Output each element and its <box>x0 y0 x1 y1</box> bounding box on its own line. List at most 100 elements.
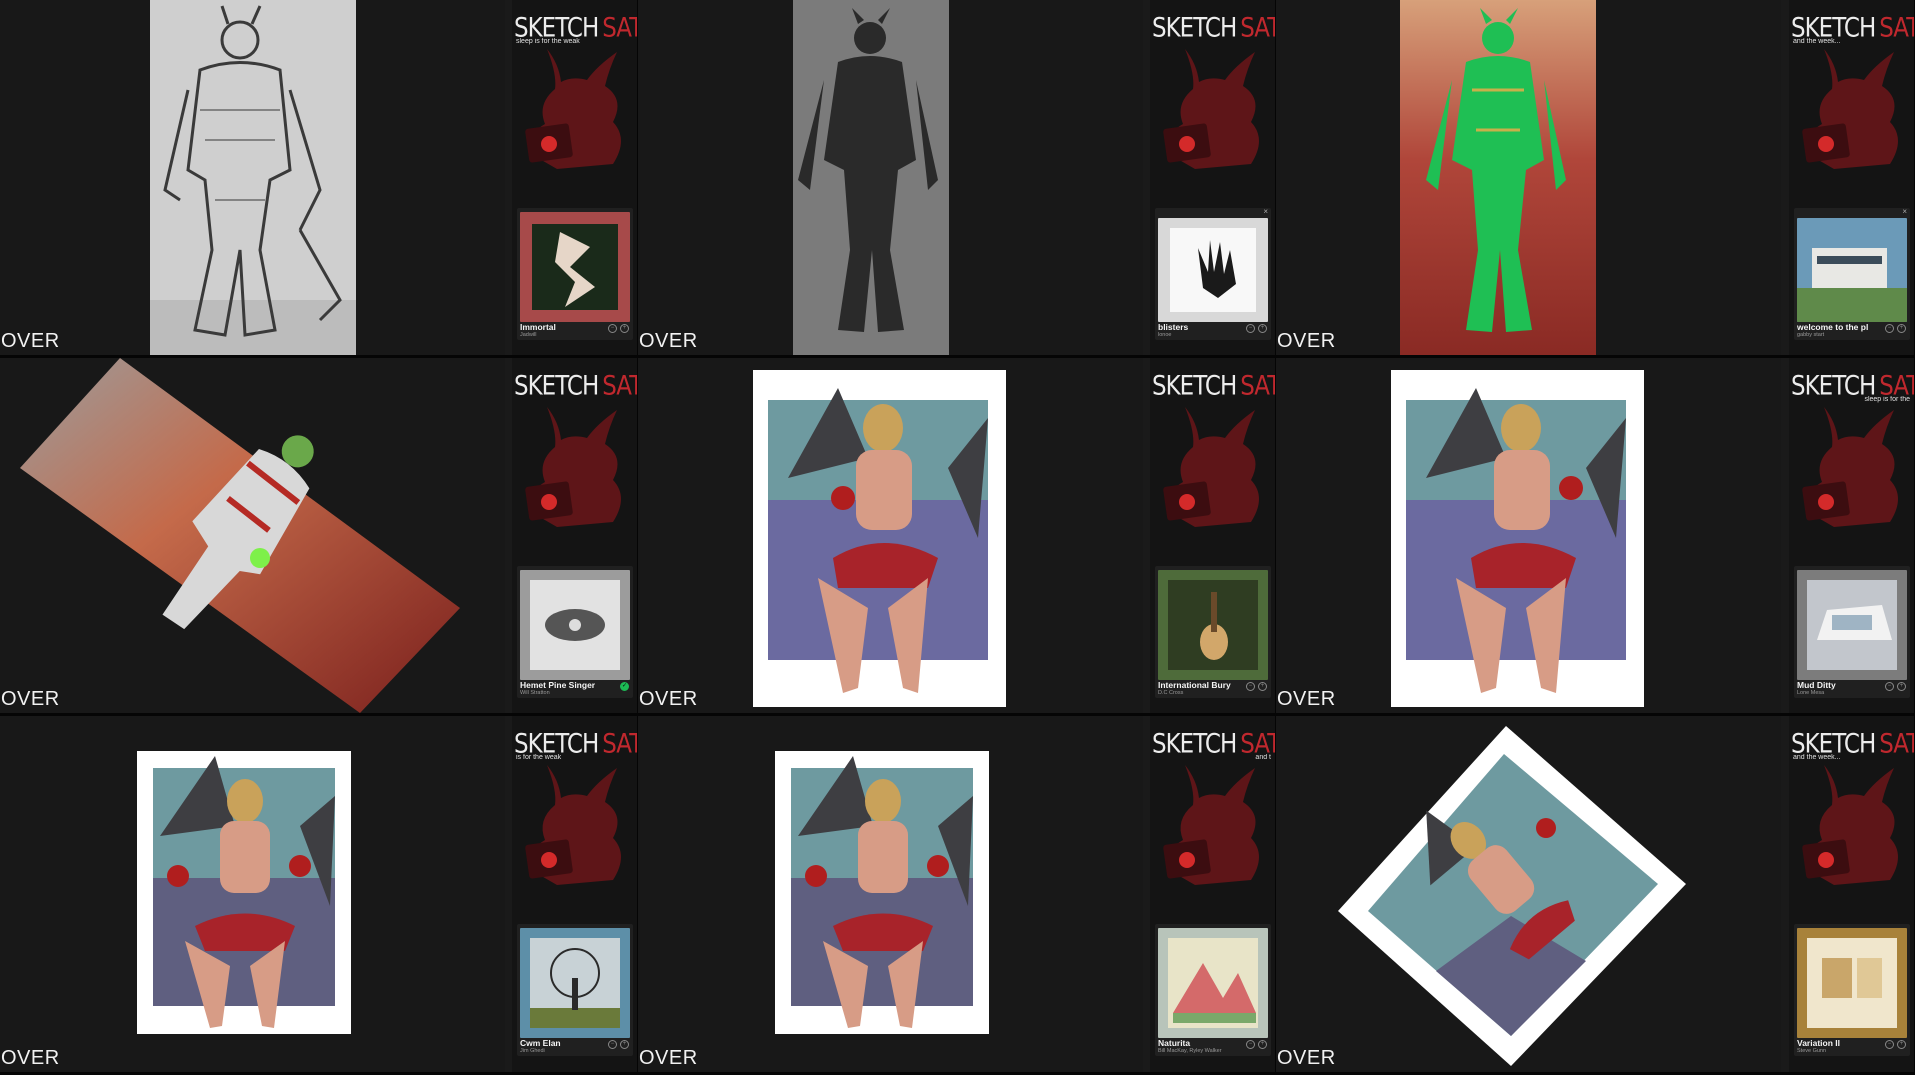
album-cover <box>1797 218 1907 322</box>
track-title: welcome to the pl <box>1797 322 1869 332</box>
music-player[interactable]: Variation II Steve Gunn − + <box>1794 924 1910 1056</box>
liked-check-icon[interactable]: ✓ <box>620 682 629 691</box>
frame-cell: OVER SKETCHSATURDAY Hemet Pine Sin <box>0 358 638 716</box>
music-player[interactable]: Mud Ditty Lone Mesa − + <box>1794 566 1910 698</box>
overlay-label: OVER <box>1 1047 60 1069</box>
mascot-icon <box>525 49 621 169</box>
minus-icon[interactable]: − <box>1246 1040 1255 1049</box>
minus-icon[interactable]: − <box>1246 324 1255 333</box>
track-artist: Lone Mesa <box>1797 690 1825 696</box>
artwork-winged-figure <box>775 751 989 1034</box>
minus-icon[interactable]: − <box>608 324 617 333</box>
mountain-art-icon <box>1158 928 1268 1038</box>
track-title: Variation II <box>1797 1038 1840 1048</box>
plus-icon[interactable]: + <box>620 324 629 333</box>
track-artist: Jadwill <box>520 332 537 338</box>
hand-art-icon <box>1158 218 1268 322</box>
album-cover <box>1158 928 1268 1038</box>
minus-icon[interactable]: − <box>1246 682 1255 691</box>
stream-side-panel: SKETCHSATURDAY and t Naturita Bill Mac <box>1150 716 1275 1072</box>
minus-icon[interactable]: − <box>1885 682 1894 691</box>
mascot-icon <box>525 407 621 527</box>
music-player[interactable]: Hemet Pine Singer Will Stratton ✓ <box>517 566 633 698</box>
track-artist: lonoe <box>1158 332 1172 338</box>
album-cover <box>520 928 630 1038</box>
music-player[interactable]: Naturita Bill MacKay, Ryley Walker − + <box>1155 924 1271 1056</box>
track-artist: Will Stratton <box>520 690 550 696</box>
mascot-icon <box>1802 407 1898 527</box>
artwork-winged-figure <box>137 751 351 1034</box>
frame-cell: OVER SKETCHSATURDAY sleep is for the <box>1276 358 1915 716</box>
brand-logo: SKETCHSATURDAY <box>1152 13 1275 44</box>
canvas-area <box>1276 716 1781 1072</box>
artwork-rotated-winged-figure <box>1338 726 1686 1066</box>
close-icon[interactable]: × <box>1263 207 1268 216</box>
music-player[interactable]: Immortal Jadwill − + <box>517 208 633 340</box>
track-title: blisters <box>1158 322 1189 332</box>
building-photo-icon <box>1797 218 1907 322</box>
plus-icon[interactable]: + <box>1897 324 1906 333</box>
abstract-art-icon <box>520 212 630 322</box>
stream-side-panel: SKETCHSATURDAY International Bury D.C <box>1150 358 1275 713</box>
interior-photo-icon <box>1797 928 1907 1038</box>
guitar-photo-icon <box>1158 570 1268 680</box>
plus-icon[interactable]: + <box>1258 1040 1267 1049</box>
stream-side-panel: SKETCHSATURDAY and the week... × welco <box>1789 0 1914 355</box>
frame-cell: OVER SKETCHSATURDAY is for the weak <box>0 716 638 1075</box>
minus-icon[interactable]: − <box>608 1040 617 1049</box>
track-title: Naturita <box>1158 1038 1191 1048</box>
frame-cell: OVER SKETCHSATURDAY and the week... <box>1276 716 1915 1075</box>
overlay-label: OVER <box>639 688 698 710</box>
plus-icon[interactable]: + <box>1897 1040 1906 1049</box>
frame-cell: OVER SKETCHSATURDAY sleep is for the wea… <box>0 0 638 358</box>
overlay-label: OVER <box>639 1047 698 1069</box>
overlay-label: OVER <box>1277 330 1336 352</box>
mascot-icon <box>525 765 621 885</box>
overlay-label: OVER <box>1 330 60 352</box>
plus-icon[interactable]: + <box>1897 682 1906 691</box>
album-cover <box>520 570 630 680</box>
brand-logo: SKETCHSATURDAY <box>1152 371 1275 402</box>
track-title: Cwm Elan <box>520 1038 561 1048</box>
plus-icon[interactable]: + <box>1258 324 1267 333</box>
music-player[interactable]: × blisters lonoe − + <box>1155 207 1271 340</box>
track-title: Immortal <box>520 322 556 332</box>
overlay-label: OVER <box>1277 688 1336 710</box>
frame-cell: OVER SKETCHSATURDAY and the week... × <box>1276 0 1915 358</box>
stream-side-panel: SKETCHSATURDAY sleep is for the weak Imm… <box>512 0 637 355</box>
mascot-icon <box>1163 765 1259 885</box>
stream-side-panel: SKETCHSATURDAY × blisters lonoe − <box>1150 0 1275 355</box>
mascot-icon <box>1802 765 1898 885</box>
plus-icon[interactable]: + <box>1258 682 1267 691</box>
minus-icon[interactable]: − <box>1885 1040 1894 1049</box>
album-cover <box>1158 218 1268 322</box>
stream-side-panel: SKETCHSATURDAY sleep is for the Mud Ditt… <box>1789 358 1914 713</box>
track-artist: D.C Cross <box>1158 690 1184 696</box>
music-player[interactable]: Cwm Elan Jim Ghedi − + <box>517 924 633 1056</box>
artwork-winged-figure <box>1391 370 1644 707</box>
artwork-grey-knight <box>793 0 949 355</box>
mascot-icon <box>1163 407 1259 527</box>
stream-side-panel: SKETCHSATURDAY Hemet Pine Singer Will <box>512 358 637 713</box>
brand-logo: SKETCHSATURDAY <box>514 371 637 402</box>
car-photo-icon <box>1797 570 1907 680</box>
overlay-label: OVER <box>1 688 60 710</box>
frame-cell: OVER SKETCHSATURDAY International <box>638 358 1276 716</box>
album-cover <box>1158 570 1268 680</box>
tree-photo-icon <box>520 928 630 1038</box>
music-player[interactable]: International Bury D.C Cross − + <box>1155 566 1271 698</box>
artwork-winged-figure <box>753 370 1006 707</box>
frame-cell: OVER SKETCHSATURDAY × blisters <box>638 0 1276 358</box>
canvas-area <box>638 358 1143 713</box>
stream-side-panel: SKETCHSATURDAY is for the weak Cw <box>512 716 637 1072</box>
track-title: International Bury <box>1158 680 1231 690</box>
music-player[interactable]: × welcome to the pl gabby start − + <box>1794 207 1910 340</box>
frame-cell: OVER SKETCHSATURDAY and t Naturita <box>638 716 1276 1075</box>
track-artist: Bill MacKay, Ryley Walker <box>1158 1048 1222 1054</box>
close-icon[interactable]: × <box>1902 207 1907 216</box>
artwork-sketch-knight <box>150 0 356 355</box>
artwork-green-knight <box>1400 0 1596 355</box>
mascot-icon <box>1802 49 1898 169</box>
minus-icon[interactable]: − <box>1885 324 1894 333</box>
plus-icon[interactable]: + <box>620 1040 629 1049</box>
